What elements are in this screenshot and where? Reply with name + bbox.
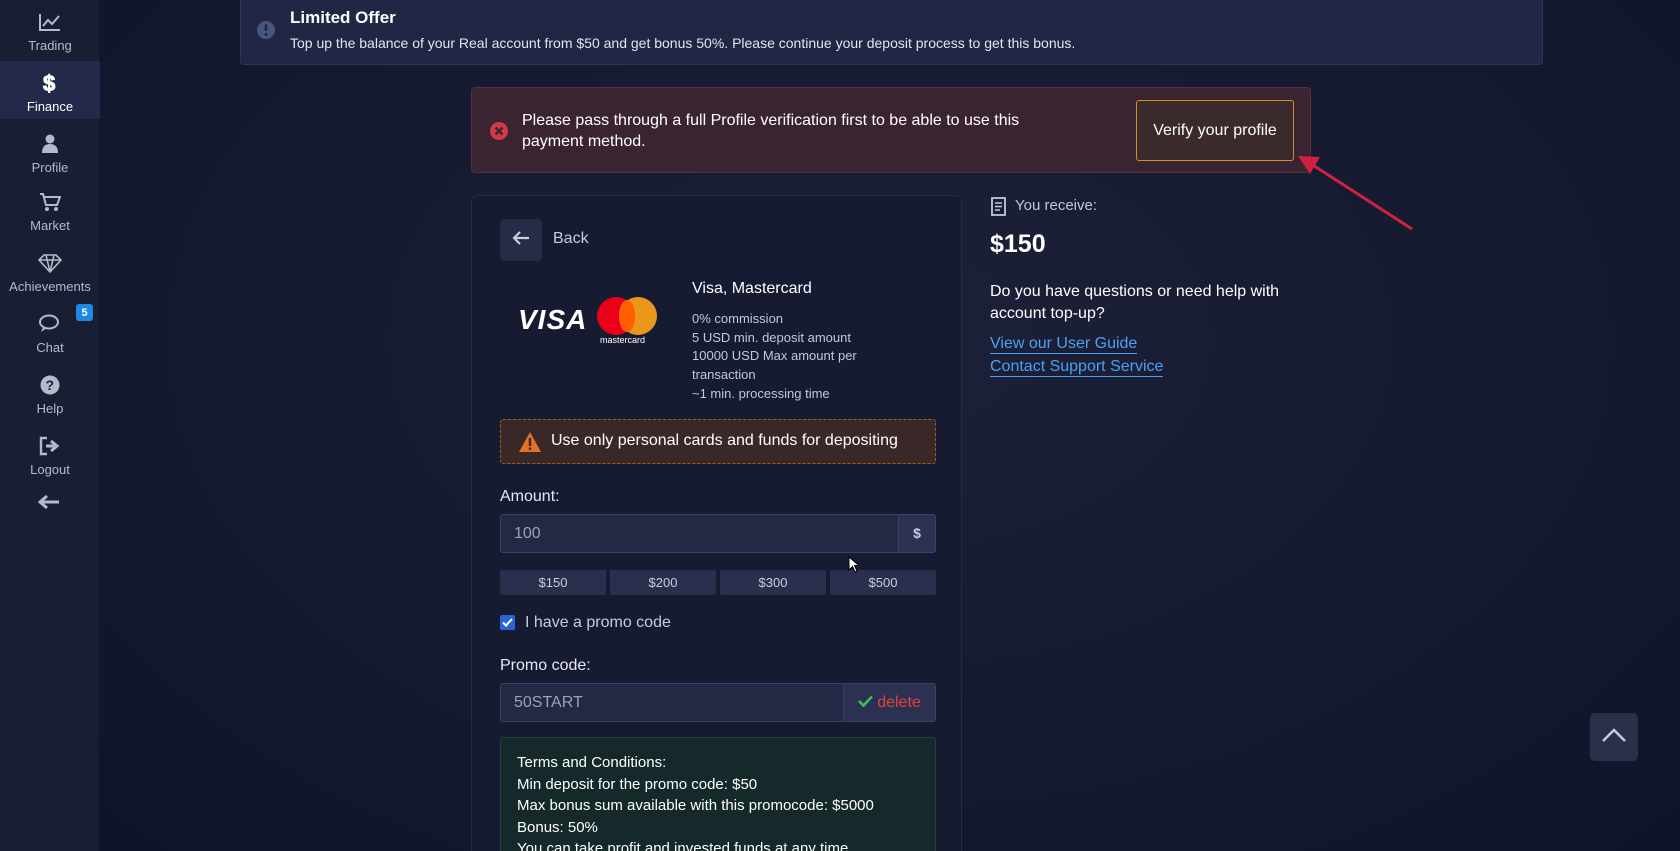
chart-line-icon bbox=[38, 10, 62, 34]
payment-method-title: Visa, Mastercard bbox=[692, 280, 812, 297]
dollar-icon: $ bbox=[38, 71, 62, 95]
sidebar-item-market[interactable]: Market bbox=[0, 180, 100, 238]
chat-icon bbox=[38, 312, 62, 336]
annotation-arrow bbox=[1290, 150, 1425, 235]
mastercard-logo: mastercard bbox=[597, 297, 659, 347]
terms-title: Terms and Conditions: bbox=[517, 754, 667, 771]
cart-icon bbox=[38, 190, 62, 214]
detail-processing-time: ~1 min. processing time bbox=[692, 385, 830, 401]
detail-max-amount: 10000 USD Max amount per transaction bbox=[692, 348, 857, 383]
logout-icon bbox=[38, 434, 62, 458]
check-icon bbox=[502, 614, 513, 632]
quick-amount-200[interactable]: $200 bbox=[610, 570, 716, 595]
verification-alert: Please pass through a full Profile verif… bbox=[471, 87, 1311, 173]
promo-delete-label: delete bbox=[877, 693, 921, 711]
sidebar-item-label: Logout bbox=[30, 462, 70, 477]
verify-profile-button[interactable]: Verify your profile bbox=[1136, 100, 1294, 161]
terms-min-deposit: Min deposit for the promo code: $50 bbox=[517, 775, 758, 793]
scroll-to-top-button[interactable] bbox=[1590, 713, 1638, 761]
back-link[interactable]: Back bbox=[553, 230, 589, 248]
terms-bonus: Bonus: 50% bbox=[517, 818, 598, 836]
user-guide-link[interactable]: View our User Guide bbox=[990, 335, 1138, 354]
quick-amount-300[interactable]: $300 bbox=[720, 570, 826, 595]
sidebar-item-trading[interactable]: Trading bbox=[0, 0, 100, 58]
sidebar: Trading $ Finance Profile Market Achieve… bbox=[0, 0, 100, 851]
limited-offer-banner: Limited Offer Top up the balance of your… bbox=[240, 0, 1543, 65]
promo-code-checkbox[interactable] bbox=[500, 615, 515, 630]
warning-text: Use only personal cards and funds for de… bbox=[551, 432, 898, 449]
mastercard-wordmark: mastercard bbox=[600, 335, 646, 345]
sidebar-item-label: Help bbox=[36, 401, 64, 416]
svg-text:?: ? bbox=[46, 377, 55, 393]
sidebar-item-help[interactable]: ? Help bbox=[0, 363, 100, 421]
chat-unread-badge: 5 bbox=[76, 304, 93, 321]
alert-message: Please pass through a full Profile verif… bbox=[522, 112, 1020, 150]
detail-commission: 0% commission bbox=[692, 311, 784, 326]
amount-currency: $ bbox=[898, 514, 936, 553]
sidebar-item-label: Finance bbox=[26, 99, 74, 114]
terms-withdrawal: You can take profit and invested funds a… bbox=[517, 840, 849, 851]
arrow-left-icon bbox=[512, 230, 530, 251]
sidebar-item-label: Chat bbox=[36, 340, 64, 355]
quick-amount-500[interactable]: $500 bbox=[830, 570, 936, 595]
offer-title: Limited Offer bbox=[290, 8, 396, 27]
sidebar-item-achievements[interactable]: Achievements bbox=[0, 241, 100, 299]
promo-delete-button[interactable]: delete bbox=[843, 683, 936, 722]
error-icon bbox=[489, 121, 509, 141]
sidebar-item-label: Market bbox=[30, 218, 70, 233]
you-receive-amount: $150 bbox=[990, 230, 1046, 258]
you-receive-label: You receive: bbox=[1015, 197, 1098, 214]
quick-amount-150[interactable]: $150 bbox=[500, 570, 606, 595]
visa-logo: VISA bbox=[518, 304, 588, 335]
mouse-cursor-icon bbox=[848, 555, 861, 574]
personal-cards-warning: Use only personal cards and funds for de… bbox=[500, 419, 936, 464]
receipt-icon bbox=[990, 197, 1008, 216]
offer-text: Top up the balance of your Real account … bbox=[290, 35, 1076, 51]
amount-label: Amount: bbox=[500, 488, 560, 505]
sidebar-item-logout[interactable]: Logout bbox=[0, 424, 100, 482]
deposit-panel: Back VISA mastercard Visa, Mastercard 0%… bbox=[471, 195, 962, 851]
diamond-icon bbox=[38, 251, 62, 275]
warning-icon bbox=[518, 431, 542, 453]
chevron-up-icon bbox=[1601, 727, 1627, 748]
detail-min-deposit: 5 USD min. deposit amount bbox=[692, 329, 851, 345]
info-icon bbox=[256, 20, 276, 40]
sidebar-item-label: Trading bbox=[28, 38, 72, 53]
svg-text:$: $ bbox=[43, 71, 55, 95]
help-question: Do you have questions or need help with … bbox=[990, 283, 1280, 322]
contact-support-link[interactable]: Contact Support Service bbox=[990, 358, 1164, 377]
question-icon: ? bbox=[38, 373, 62, 397]
terms-and-conditions: Terms and Conditions: Min deposit for th… bbox=[500, 737, 936, 851]
sidebar-item-label: Profile bbox=[31, 160, 69, 175]
sidebar-item-finance[interactable]: $ Finance bbox=[0, 61, 100, 119]
back-button[interactable] bbox=[500, 219, 542, 261]
payment-method-details: 0% commission 5 USD min. deposit amount … bbox=[692, 310, 892, 404]
sidebar-item-label: Achievements bbox=[9, 279, 91, 294]
terms-max-bonus: Max bonus sum available with this promoc… bbox=[517, 797, 874, 814]
arrow-left-icon[interactable] bbox=[37, 494, 62, 513]
app-root: Trading $ Finance Profile Market Achieve… bbox=[0, 0, 1680, 851]
promo-code-label: Promo code: bbox=[500, 657, 591, 674]
promo-code-input[interactable]: 50START bbox=[500, 683, 843, 722]
promo-code-checkbox-label[interactable]: I have a promo code bbox=[525, 614, 671, 632]
check-icon bbox=[858, 694, 874, 712]
amount-input[interactable]: 100 bbox=[500, 514, 898, 553]
sidebar-item-profile[interactable]: Profile bbox=[0, 122, 100, 180]
user-icon bbox=[38, 132, 62, 156]
